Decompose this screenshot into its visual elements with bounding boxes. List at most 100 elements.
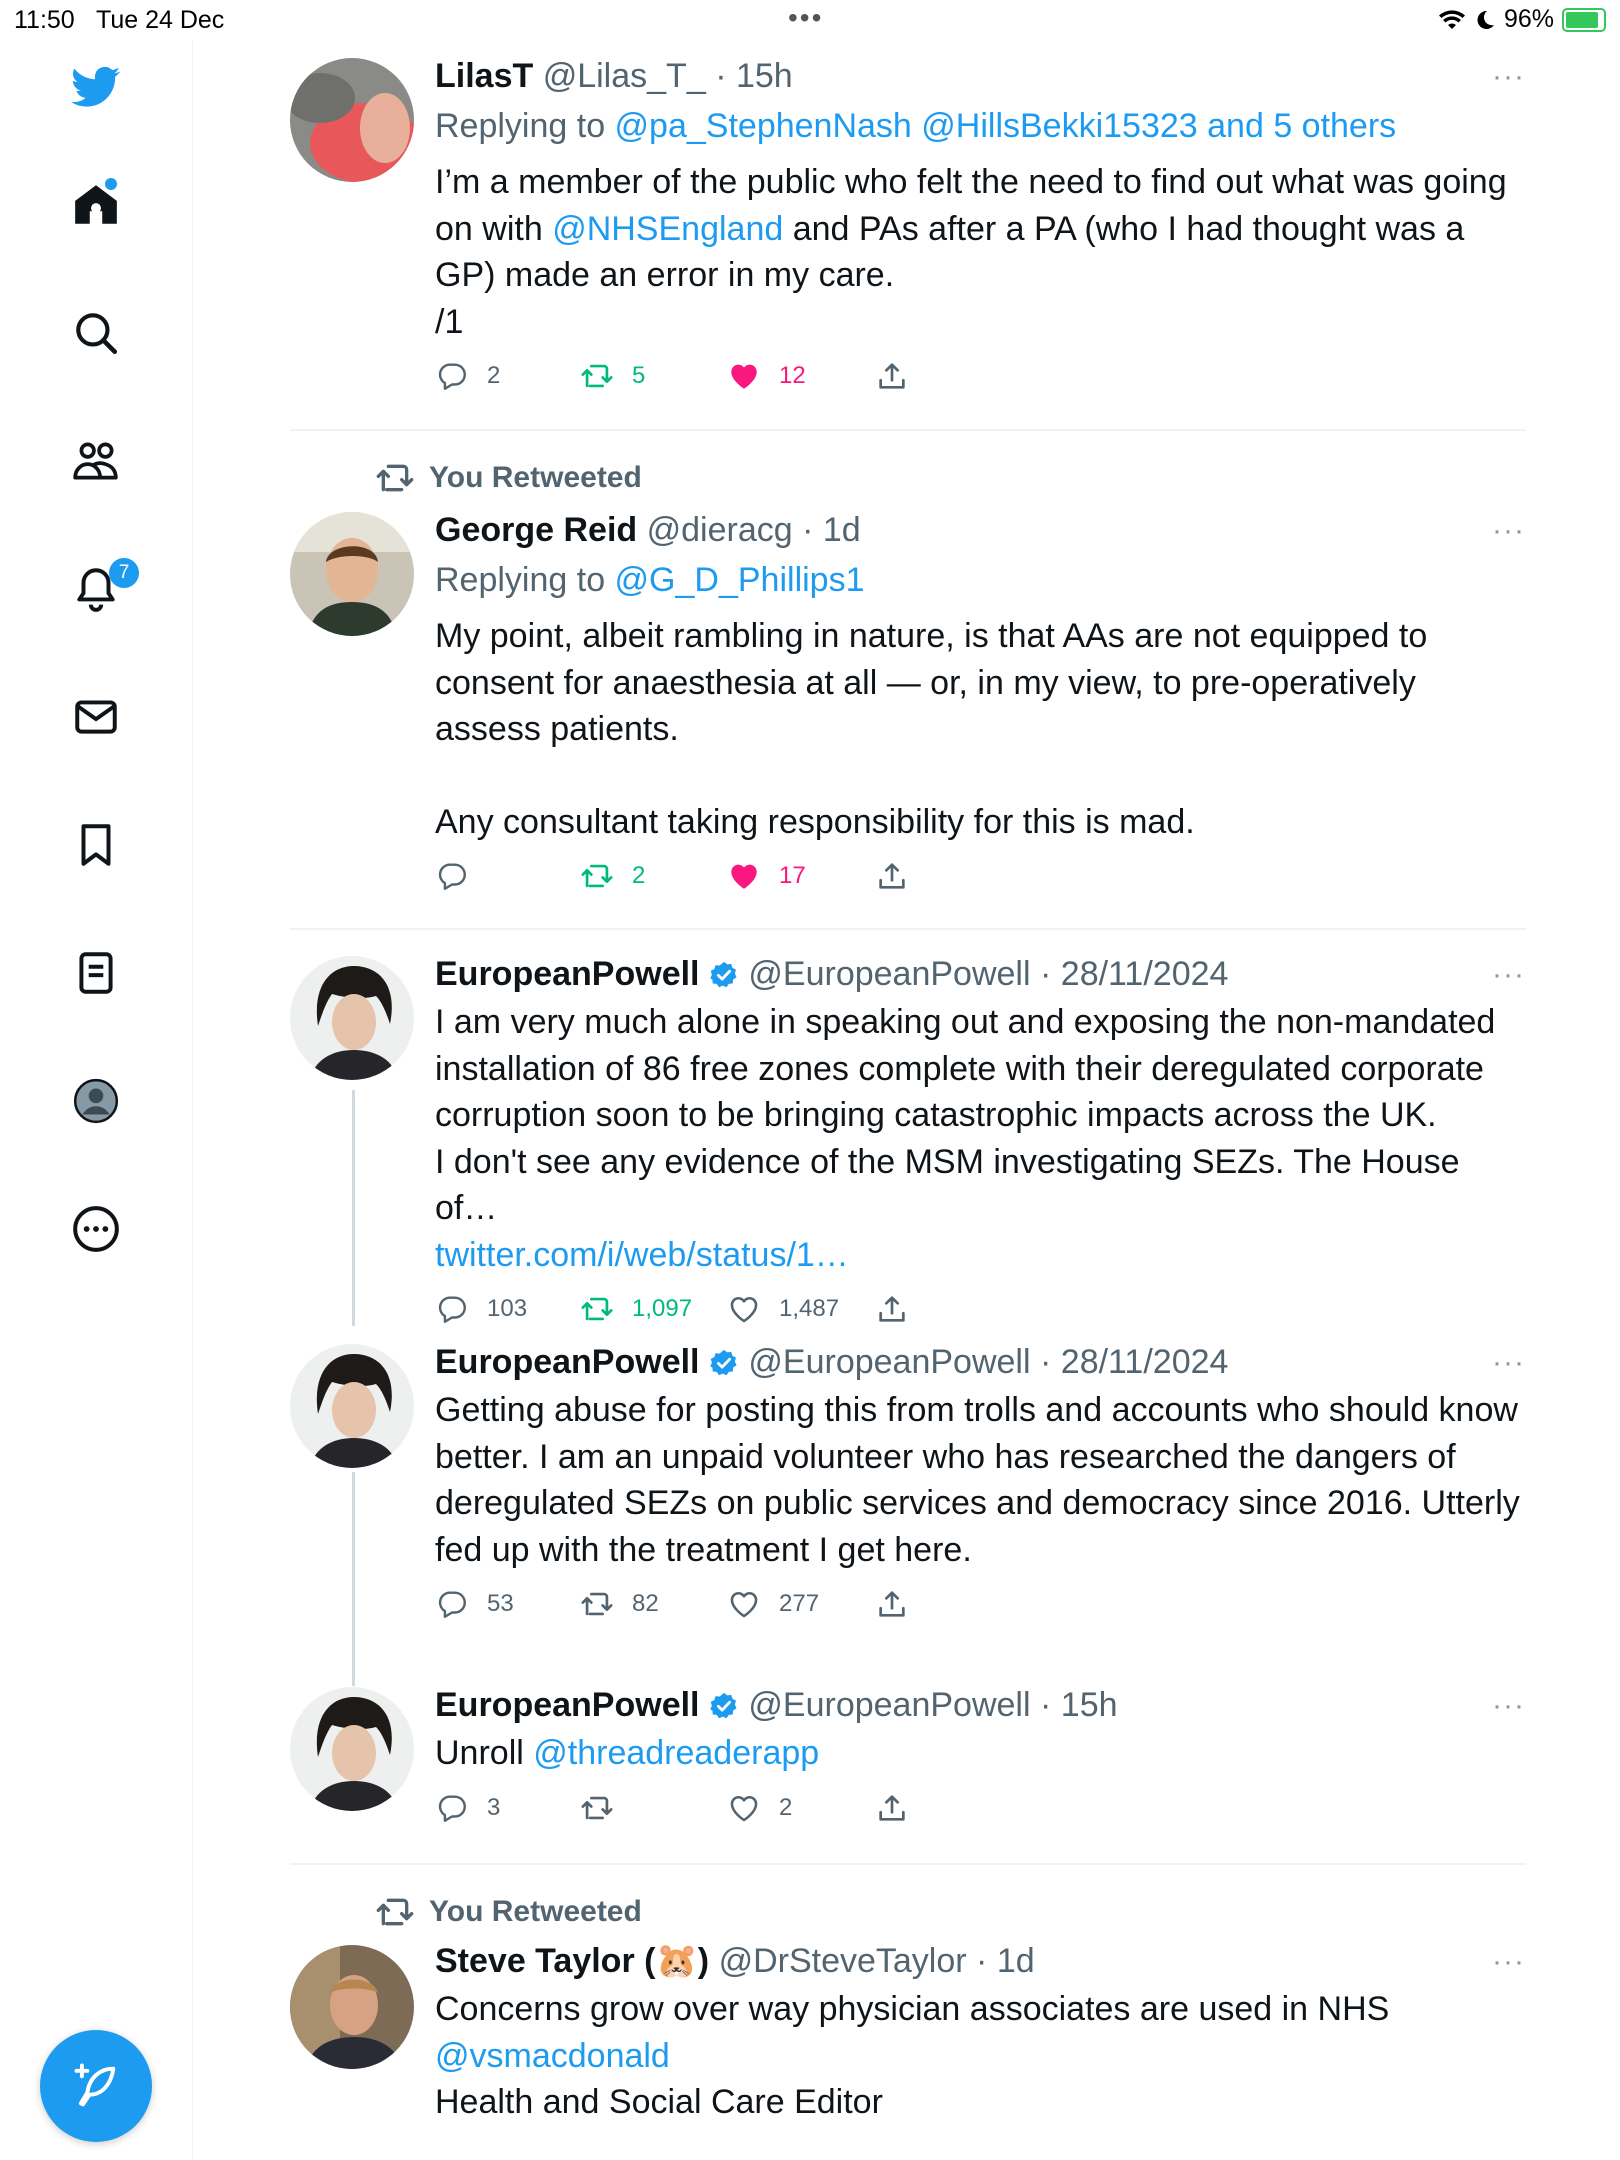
more-menu-icon[interactable]: ··· <box>1492 958 1525 992</box>
status-bar: 11:50 Tue 24 Dec ••• 96% <box>0 0 1620 40</box>
retweet-button[interactable]: 5 <box>580 359 645 393</box>
like-button[interactable]: 12 <box>727 359 806 393</box>
more-options-icon[interactable] <box>71 1204 121 1254</box>
tweet-time[interactable]: 28/11/2024 <box>1061 1343 1229 1381</box>
like-button[interactable]: 277 <box>727 1587 819 1621</box>
reply-button[interactable]: 3 <box>435 1791 500 1825</box>
more-menu-icon[interactable]: ··· <box>1492 1689 1525 1723</box>
search-icon[interactable] <box>71 308 121 358</box>
multitasking-dots-icon[interactable]: ••• <box>788 2 823 34</box>
avatar[interactable] <box>290 1945 414 2069</box>
tweet-text: Getting abuse for posting this from trol… <box>435 1391 1520 1569</box>
status-link[interactable]: twitter.com/i/web/status/1… <box>435 1232 1525 1279</box>
reply-button[interactable]: 53 <box>435 1587 514 1621</box>
reply-button[interactable]: 2 <box>435 359 500 393</box>
share-button[interactable] <box>875 859 909 893</box>
like-button[interactable]: 2 <box>727 1791 792 1825</box>
retweet-small-icon <box>376 464 414 492</box>
user-handle[interactable]: @EuropeanPowell <box>748 955 1030 993</box>
share-button[interactable] <box>875 1791 909 1825</box>
reply-icon <box>438 1794 466 1822</box>
more-menu-icon[interactable]: ··· <box>1492 514 1525 548</box>
replying-to-users-link[interactable]: @pa_StephenNash @HillsBekki15323 and 5 o… <box>615 107 1397 145</box>
tweet-actions: 53 82 277 <box>435 1587 1525 1637</box>
tweet-text-part: Health and Social Care Editor <box>435 2083 883 2121</box>
share-button[interactable] <box>875 359 909 393</box>
user-handle[interactable]: @EuropeanPowell <box>748 1343 1030 1381</box>
tweet-time[interactable]: 15h <box>1061 1686 1118 1724</box>
retweet-count: 82 <box>632 1590 659 1617</box>
retweet-icon <box>581 864 613 888</box>
home-icon[interactable] <box>71 178 121 230</box>
avatar[interactable] <box>290 1687 414 1811</box>
like-button[interactable]: 17 <box>727 859 806 893</box>
retweeted-indicator: You Retweeted <box>375 1892 642 1932</box>
mention-link[interactable]: @vsmacdonald <box>435 2033 1525 2080</box>
tweet-divider <box>290 429 1526 431</box>
reply-count: 103 <box>487 1295 528 1322</box>
compose-feather-icon <box>74 2063 116 2107</box>
reply-button[interactable]: 103 <box>435 1292 527 1326</box>
share-button[interactable] <box>875 1587 909 1621</box>
lists-icon[interactable] <box>71 948 121 998</box>
more-menu-icon[interactable]: ··· <box>1492 60 1525 94</box>
retweet-count: 1,097 <box>632 1295 693 1322</box>
retweet-icon <box>581 1796 613 1819</box>
retweet-count: 5 <box>632 362 646 389</box>
retweet-button[interactable] <box>580 1791 632 1825</box>
share-button[interactable] <box>875 1292 909 1326</box>
tweet-text-part: Concerns grow over way physician associa… <box>435 1990 1390 2028</box>
communities-icon[interactable] <box>71 436 121 486</box>
more-menu-icon[interactable]: ··· <box>1492 1346 1525 1380</box>
retweet-button[interactable]: 2 <box>580 859 645 893</box>
tweet-text-part: /1 <box>435 302 464 341</box>
compose-tweet-button[interactable] <box>40 2030 152 2142</box>
display-name[interactable]: LilasT <box>435 57 533 95</box>
like-count: 17 <box>779 862 806 889</box>
profile-avatar-icon[interactable] <box>71 1076 121 1126</box>
bookmarks-icon[interactable] <box>71 820 121 870</box>
display-name[interactable]: George Reid <box>435 511 637 549</box>
avatar[interactable] <box>290 512 414 636</box>
tweet-time[interactable]: 1d <box>823 511 861 549</box>
tweet-header: EuropeanPowell @EuropeanPowell · 15h <box>435 1683 1525 1727</box>
avatar[interactable] <box>290 956 414 1080</box>
reply-count: 2 <box>487 362 501 389</box>
user-handle[interactable]: @DrSteveTaylor <box>719 1942 967 1980</box>
share-icon <box>879 1296 905 1322</box>
retweeted-label: You Retweeted <box>429 1895 642 1928</box>
mention-link[interactable]: @NHSEngland <box>552 210 783 248</box>
retweet-button[interactable]: 1,097 <box>580 1292 692 1326</box>
verified-badge-icon <box>710 1692 737 1719</box>
notifications-bell-icon[interactable]: 7 <box>71 558 139 614</box>
tweet-text-part: I don't see any evidence of the MSM inve… <box>435 1142 1460 1228</box>
messages-icon[interactable] <box>71 692 121 742</box>
status-date: Tue 24 Dec <box>96 6 225 34</box>
reply-count: 3 <box>487 1793 501 1821</box>
tweet-time[interactable]: 1d <box>997 1942 1035 1980</box>
reply-button[interactable] <box>435 859 487 893</box>
more-menu-icon[interactable]: ··· <box>1492 1945 1525 1979</box>
display-name[interactable]: EuropeanPowell <box>435 1686 700 1724</box>
retweet-button[interactable]: 82 <box>580 1587 659 1621</box>
mention-link[interactable]: @threadreaderapp <box>533 1734 819 1772</box>
tweet-time[interactable]: 28/11/2024 <box>1061 955 1229 993</box>
user-handle[interactable]: @EuropeanPowell <box>748 1686 1030 1724</box>
user-handle[interactable]: @Lilas_T_ <box>543 57 706 95</box>
avatar[interactable] <box>290 58 414 182</box>
heart-filled-icon <box>731 364 757 389</box>
avatar[interactable] <box>290 1344 414 1468</box>
user-handle[interactable]: @dieracg <box>647 511 793 549</box>
display-name[interactable]: EuropeanPowell <box>435 1343 700 1381</box>
replying-to: Replying to @G_D_Phillips1 <box>435 555 1525 605</box>
tweet-text: I’m a member of the public who felt the … <box>435 159 1525 345</box>
separator: · <box>715 57 727 95</box>
like-button[interactable]: 1,487 <box>727 1292 839 1326</box>
replying-to-users-link[interactable]: @G_D_Phillips1 <box>615 561 865 599</box>
twitter-logo-icon[interactable] <box>71 62 121 112</box>
tweet-time[interactable]: 15h <box>736 57 793 95</box>
display-name[interactable]: EuropeanPowell <box>435 955 700 993</box>
heart-outline-icon <box>730 1795 758 1821</box>
display-name[interactable]: Steve Taylor (🐹) <box>435 1942 709 1980</box>
retweet-icon <box>581 1592 613 1616</box>
